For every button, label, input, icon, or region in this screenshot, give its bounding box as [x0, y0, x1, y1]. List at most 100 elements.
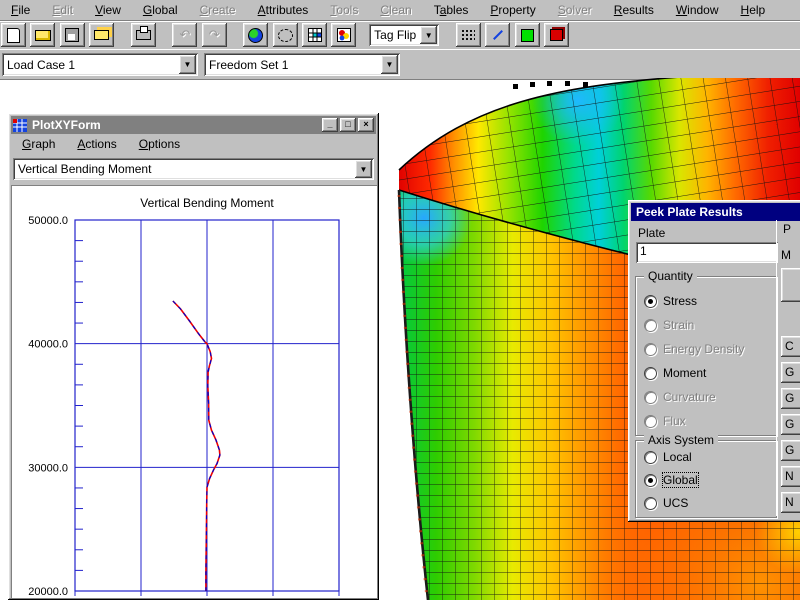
tag-flip-value: Tag Flip [369, 28, 418, 42]
close-icon[interactable]: × [358, 118, 374, 132]
right-column-partial-box[interactable] [781, 268, 800, 302]
partial-button-g-4[interactable]: G [781, 440, 800, 461]
partial-button-g-1[interactable]: G [781, 362, 800, 383]
radio-option-flux: Flux [644, 413, 686, 429]
radio-label: Energy Density [663, 342, 744, 356]
quantity-group-label: Quantity [644, 269, 697, 283]
globe-icon[interactable] [243, 23, 268, 47]
menu-options[interactable]: Options [128, 135, 191, 153]
diagonal-line-icon[interactable] [485, 23, 510, 47]
red-cube-icon[interactable] [544, 23, 569, 47]
menu-global[interactable]: Global [132, 1, 189, 19]
chart-colors-glyph [337, 28, 351, 42]
radio-circle [644, 391, 657, 404]
plotxy-window: PlotXYForm _ □ × GraphActionsOptions Ver… [8, 113, 379, 600]
partial-button-n-6[interactable]: N [781, 492, 800, 513]
radio-label: Moment [663, 366, 706, 380]
menu-actions[interactable]: Actions [66, 135, 127, 153]
radio-circle[interactable] [644, 367, 657, 380]
menu-property[interactable]: Property [479, 1, 546, 19]
chart-ytick-label: 30000.0 [28, 462, 68, 474]
menu-solver: Solver [547, 1, 603, 19]
chart-colors-icon[interactable] [331, 23, 356, 47]
tag-flip-combobox[interactable]: Tag Flip ▼ [369, 24, 439, 46]
print-icon[interactable] [131, 23, 156, 47]
radio-option-ucs[interactable]: UCS [644, 495, 688, 511]
radio-label: Curvature [663, 390, 716, 404]
save-all-folders-icon[interactable] [89, 23, 114, 47]
main-toolbar: ↶ ↷ Tag Flip ▼ [0, 21, 800, 50]
radio-circle[interactable] [644, 295, 657, 308]
tag-flip-dropdown-arrow[interactable]: ▼ [420, 26, 437, 44]
dot-grid-icon[interactable] [456, 23, 481, 47]
xy-chart[interactable]: Vertical Bending Moment50000.040000.0300… [12, 186, 375, 596]
menu-window[interactable]: Window [665, 1, 730, 19]
peek-plate-results-dialog: Peek Plate Results Plate 1 Quantity Stre… [628, 200, 800, 522]
radio-circle [644, 319, 657, 332]
peek-dialog-title: Peek Plate Results [633, 205, 800, 219]
toolbar-separator [230, 22, 239, 46]
radio-circle [644, 415, 657, 428]
freedom-set-dropdown-arrow[interactable]: ▼ [381, 55, 398, 74]
partial-button-g-2[interactable]: G [781, 388, 800, 409]
toolbar-separator [159, 22, 168, 46]
result-combobox[interactable]: Vertical Bending Moment ▼ [13, 158, 374, 180]
load-case-value: Load Case 1 [2, 58, 177, 72]
partial-button-c-0[interactable]: C [781, 336, 800, 357]
selector-toolbar: Load Case 1 ▼ Freedom Set 1 ▼ [0, 49, 800, 80]
plate-input[interactable]: 1 [636, 242, 778, 263]
chart-series-vertical-bending-moment-dashed [173, 301, 220, 591]
plate-input-value: 1 [640, 244, 647, 258]
menu-clean: Clean [369, 1, 422, 19]
freedom-set-value: Freedom Set 1 [204, 58, 379, 72]
freedom-set-combobox[interactable]: Freedom Set 1 ▼ [204, 53, 400, 76]
quantity-groupbox: Quantity StressStrainEnergy DensityMomen… [635, 276, 777, 436]
menu-results[interactable]: Results [603, 1, 665, 19]
chart-ytick-label: 20000.0 [28, 586, 68, 596]
radio-circle[interactable] [644, 474, 657, 487]
green-square-icon[interactable] [515, 23, 540, 47]
radio-option-global[interactable]: Global [644, 472, 698, 488]
load-case-combobox[interactable]: Load Case 1 ▼ [2, 53, 198, 76]
chart-ytick-label: 50000.0 [28, 215, 68, 227]
radio-option-local[interactable]: Local [644, 449, 692, 465]
radio-option-moment[interactable]: Moment [644, 365, 706, 381]
radio-label: Global [663, 473, 698, 487]
save-disk-icon[interactable] [60, 23, 85, 47]
table-grid-icon[interactable] [302, 23, 327, 47]
radio-label: UCS [663, 496, 688, 510]
chart-panel: Vertical Bending Moment50000.040000.0300… [11, 185, 378, 599]
application-window: { "app": {"chrome_gray": "#c0c0c0", "tit… [0, 0, 800, 600]
table-grid-glyph [308, 28, 322, 42]
radio-option-stress[interactable]: Stress [644, 293, 697, 309]
select-ellipse-icon[interactable] [273, 23, 298, 47]
plotxy-titlebar[interactable]: PlotXYForm _ □ × [11, 116, 376, 134]
open-folder-icon[interactable] [30, 23, 55, 47]
toolbar-separator [360, 22, 366, 46]
plate-label: Plate [638, 226, 665, 240]
maximize-icon[interactable]: □ [340, 118, 356, 132]
menu-help[interactable]: Help [730, 1, 777, 19]
partial-button-n-5[interactable]: N [781, 466, 800, 487]
partial-button-g-3[interactable]: G [781, 414, 800, 435]
menu-tables[interactable]: Tables [423, 1, 480, 19]
radio-circle[interactable] [644, 497, 657, 510]
radio-label: Flux [663, 414, 686, 428]
toolbar-separator [117, 22, 126, 46]
right-column-label-p: P [783, 222, 791, 236]
menu-file[interactable]: File [0, 1, 41, 19]
result-combobox-value: Vertical Bending Moment [13, 162, 353, 176]
menu-view[interactable]: View [84, 1, 132, 19]
menu-graph[interactable]: Graph [11, 135, 66, 153]
radio-label: Strain [663, 318, 694, 332]
minimize-icon[interactable]: _ [322, 118, 338, 132]
chart-title: Vertical Bending Moment [140, 196, 274, 210]
result-dropdown-arrow[interactable]: ▼ [355, 160, 372, 178]
load-case-dropdown-arrow[interactable]: ▼ [179, 55, 196, 74]
peek-dialog-titlebar[interactable]: Peek Plate Results [631, 203, 800, 221]
toolbar-separator [443, 22, 452, 46]
new-file-icon[interactable] [1, 23, 26, 47]
menu-attributes[interactable]: Attributes [247, 1, 320, 19]
radio-circle[interactable] [644, 451, 657, 464]
axis-system-groupbox: Axis System LocalGlobalUCS [635, 440, 777, 518]
